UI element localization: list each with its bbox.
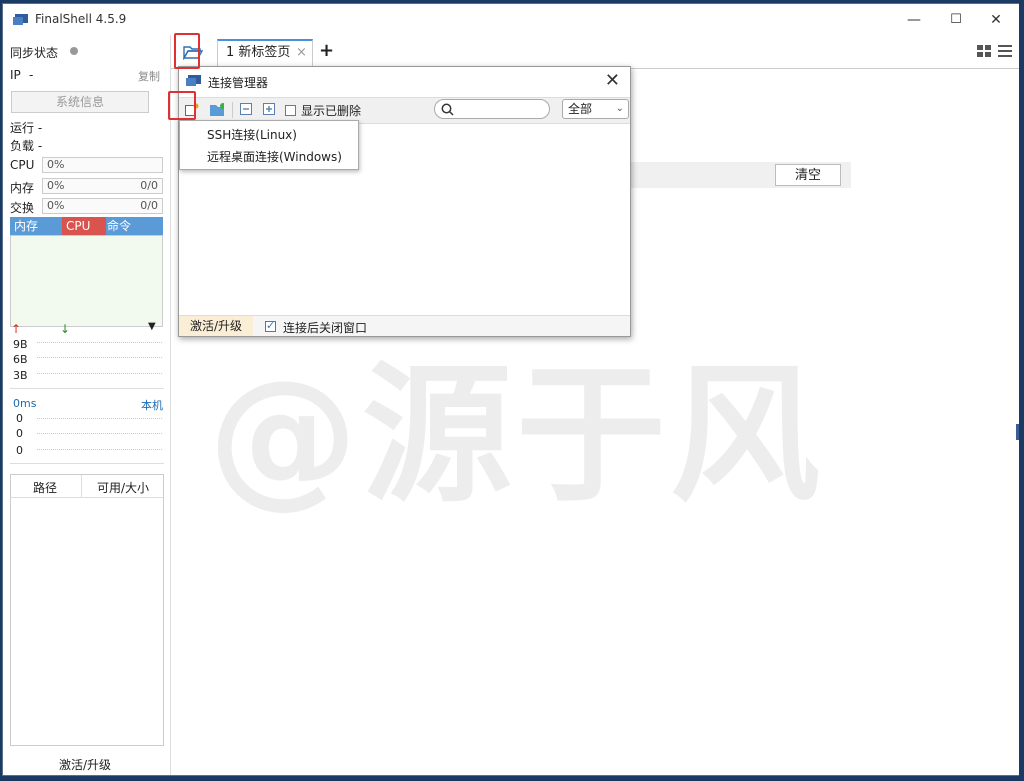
divider — [81, 475, 82, 497]
tab-bar: 1 新标签页 × + — [171, 35, 1020, 69]
swap-ratio: 0/0 — [140, 199, 158, 212]
mem-label: 内存 — [10, 181, 35, 195]
swap-label: 交换 — [10, 201, 35, 215]
menu-item-ssh[interactable]: SSH连接(Linux) — [207, 126, 297, 143]
swap-meter: 0% 0/0 — [42, 198, 163, 214]
disk-table-header: 路径 可用/大小 — [11, 475, 163, 498]
show-deleted-box[interactable] — [285, 105, 296, 116]
close-after-connect-label: 连接后关闭窗口 — [283, 321, 368, 335]
search-input[interactable] — [434, 99, 550, 119]
cpu-meter: 0% — [42, 157, 163, 173]
grid-view-icon[interactable] — [977, 45, 991, 58]
net-grid-line — [37, 357, 162, 358]
divider — [10, 463, 164, 464]
latency-target-select[interactable]: 本机 — [141, 397, 163, 413]
menu-item-rdp[interactable]: 远程桌面连接(Windows) — [207, 148, 342, 165]
proc-tab-cmd[interactable]: 命令 — [107, 217, 131, 235]
swap-value: 0% — [47, 199, 65, 212]
new-connection-menu: SSH连接(Linux) 远程桌面连接(Windows) — [179, 120, 359, 170]
dialog-logo-icon — [186, 75, 201, 86]
net-grid-line — [37, 373, 162, 374]
sync-status-label: 同步状态 — [10, 46, 59, 60]
net-label-2: 6B — [13, 353, 28, 366]
title-bar: FinalShell 4.5.9 — ☐ ✕ — [3, 4, 1020, 35]
download-arrow-icon: ↓ — [60, 322, 71, 336]
mem-ratio: 0/0 — [140, 179, 158, 192]
disk-table: 路径 可用/大小 — [10, 474, 164, 746]
latency-grid-line — [37, 418, 162, 419]
menu-icon[interactable] — [998, 45, 1012, 58]
process-list — [10, 235, 163, 327]
dialog-title: 连接管理器 — [208, 76, 269, 90]
connection-manager-dialog: 连接管理器 ✕ 显示已删除 全部 ⌄ 激活/升级 ✓ 连接后关闭窗口 — [178, 66, 631, 337]
divider — [232, 102, 233, 118]
group-filter-value: 全部 — [568, 102, 593, 116]
system-info-button[interactable]: 系统信息 — [11, 91, 149, 113]
latency-value-1: 0 — [16, 412, 23, 425]
group-filter-select[interactable]: 全部 ⌄ — [562, 99, 629, 119]
latency-grid-line — [37, 449, 162, 450]
highlight-folder-open — [174, 33, 200, 69]
latency-grid-line — [37, 433, 162, 434]
sync-status-dot-icon — [70, 47, 78, 55]
chevron-down-icon: ⌄ — [615, 103, 624, 114]
dialog-footer: 激活/升级 连接后关闭窗口 — [179, 315, 630, 336]
clear-button[interactable]: 清空 — [775, 164, 841, 186]
highlight-new-connection — [168, 91, 196, 120]
upload-arrow-icon: ↑ — [11, 322, 22, 336]
disk-col-size[interactable]: 可用/大小 — [97, 479, 149, 496]
net-label-3: 3B — [13, 369, 28, 382]
minimize-button[interactable]: — — [894, 8, 934, 32]
close-after-connect-box[interactable] — [265, 319, 276, 332]
running-label: 运行 - — [10, 121, 43, 135]
sidebar: 同步状态 IP - 复制 系统信息 运行 - 负载 - CPU 0% 内存 0%… — [3, 35, 171, 775]
watermark: @源于风 — [208, 349, 825, 523]
ip-label: IP — [10, 68, 21, 82]
latency-value-3: 0 — [16, 444, 23, 457]
proc-tab-cpu[interactable]: CPU — [62, 217, 106, 235]
process-tabs: 内存 CPU 命令 — [10, 217, 163, 235]
close-after-connect-checkbox[interactable] — [265, 319, 276, 333]
sidebar-activate-link[interactable]: 激活/升级 — [59, 756, 111, 773]
app-logo-icon — [13, 14, 28, 25]
collapse-all-icon[interactable] — [240, 103, 254, 116]
copy-ip-link[interactable]: 复制 — [138, 68, 160, 84]
mem-value: 0% — [47, 179, 65, 192]
latency-value-2: 0 — [16, 427, 23, 440]
expand-all-icon[interactable] — [263, 103, 277, 116]
new-folder-icon[interactable] — [210, 103, 224, 116]
net-grid-line — [37, 342, 162, 343]
dialog-close-button[interactable]: ✕ — [605, 70, 620, 91]
load-label: 负载 - — [10, 139, 43, 153]
latency-label: 0ms — [13, 397, 37, 410]
mem-meter: 0% 0/0 — [42, 178, 163, 194]
search-icon — [441, 103, 454, 116]
app-title: FinalShell 4.5.9 — [35, 12, 127, 26]
cpu-value: 0% — [47, 158, 65, 171]
dialog-activate-button[interactable]: 激活/升级 — [179, 316, 253, 336]
add-tab-icon[interactable]: + — [319, 40, 334, 61]
network-dropdown-icon[interactable]: ▼ — [148, 321, 156, 332]
ip-value: - — [29, 68, 34, 82]
desktop-edge — [1019, 0, 1024, 781]
tab-new-label: 1 新标签页 — [226, 45, 291, 60]
disk-col-path[interactable]: 路径 — [33, 479, 57, 496]
show-deleted-label: 显示已删除 — [301, 104, 362, 118]
proc-tab-mem[interactable]: 内存 — [14, 217, 38, 235]
net-label-1: 9B — [13, 338, 28, 351]
show-deleted-checkbox[interactable] — [285, 103, 296, 117]
close-button[interactable]: ✕ — [976, 8, 1016, 32]
cpu-label: CPU — [10, 158, 35, 172]
maximize-button[interactable]: ☐ — [936, 8, 976, 32]
tab-close-icon[interactable]: × — [296, 41, 307, 65]
divider — [10, 388, 164, 389]
tab-new[interactable]: 1 新标签页 × — [217, 39, 313, 67]
